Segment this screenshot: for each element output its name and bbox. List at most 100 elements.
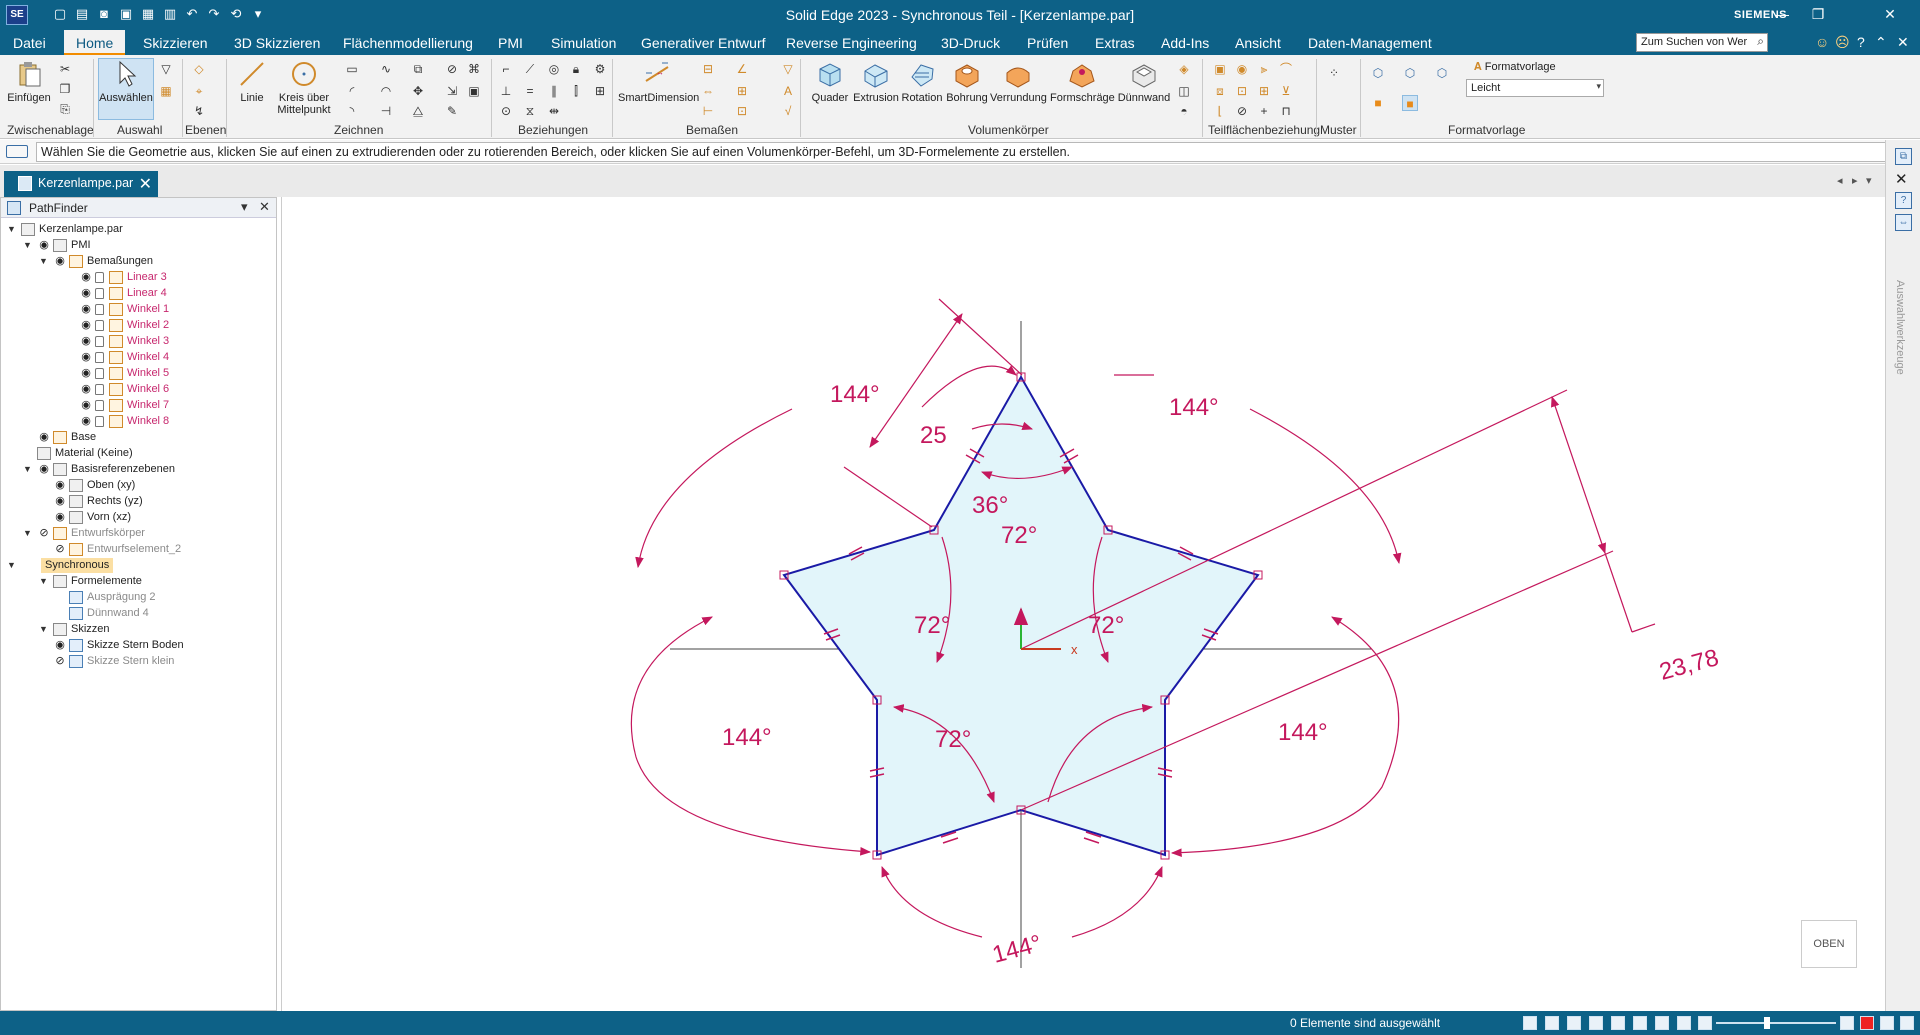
tree-node[interactable]: ◉ Skizze Stern Boden [1,638,276,653]
video-record-icon[interactable] [1860,1016,1874,1030]
tab-generativer-entwurf[interactable]: Generativer Entwurf [641,35,766,51]
pan-icon[interactable] [1589,1016,1603,1030]
visibility-eye-icon[interactable]: ◉ [53,478,67,493]
lock-icon[interactable] [95,336,104,347]
fill-icon[interactable]: ▣ [466,83,482,99]
fillet-sketch-icon[interactable]: ◠ [378,83,394,99]
visibility-eye-icon[interactable]: ◉ [79,414,93,429]
lock-icon[interactable] [95,384,104,395]
arc-icon[interactable]: ◜ [344,83,360,99]
visibility-eye-icon[interactable]: ◉ [79,398,93,413]
symmetric-dim-icon[interactable]: ⇔ [700,83,716,99]
tab-simulation[interactable]: Simulation [551,35,616,51]
lock-icon[interactable] [95,416,104,427]
tab-pruefen[interactable]: Prüfen [1027,35,1068,51]
tree-node[interactable]: ◉ Winkel 4 [1,350,276,365]
auswaehlen-button[interactable]: Auswählen [98,58,154,120]
tab-skizzieren[interactable]: Skizzieren [143,35,208,51]
smartdimension-button[interactable]: ↔ SmartDimension [618,59,699,104]
tree-node[interactable]: ⊘ Entwurfselement_2 [1,542,276,557]
arc-tangent-icon[interactable]: ◝ [344,103,360,119]
lock-icon[interactable] [95,352,104,363]
lock-icon[interactable] [95,320,104,331]
help-icon[interactable]: ? [1857,34,1865,50]
coplanar-icon[interactable]: ▣ [1212,61,1228,77]
tab-datei[interactable]: Datei [13,35,46,51]
display-style-icon[interactable] [1677,1016,1691,1030]
dim-144-bottom[interactable]: 144° [990,930,1045,969]
zoom-out-icon[interactable] [1698,1016,1712,1030]
lock-icon[interactable] [95,368,104,379]
shaded-icon[interactable]: ■ [1370,95,1386,111]
pencil-icon[interactable]: ✎ [444,103,460,119]
minimize-button[interactable]: — [1772,6,1792,22]
tab-pmi[interactable]: PMI [498,35,523,51]
search-icon[interactable]: ⌕ [1757,34,1764,49]
tree-expander-icon[interactable]: ▼ [39,254,49,269]
tree-node[interactable]: ▼ ◉ Basisreferenzebenen [1,462,276,477]
visibility-eye-icon[interactable]: ◉ [79,366,93,381]
einfuegen-button[interactable]: Einfügen [7,59,51,104]
tree-node[interactable]: ◉ Linear 4 [1,286,276,301]
close-document-icon[interactable]: ✕ [1897,34,1909,51]
dim-144-left[interactable]: 144° [722,724,772,751]
plane-options-icon[interactable]: ↯ [191,103,207,119]
concentric-face-icon[interactable]: ◉ [1234,61,1250,77]
dim-between-icon[interactable]: ⊟ [700,61,716,77]
offset-icon[interactable]: ⧉ [410,61,426,77]
dim-25[interactable]: 25 [920,422,947,449]
copy-icon[interactable]: ❐ [57,81,73,97]
fit-icon[interactable] [1567,1016,1581,1030]
help-panel-icon[interactable]: ? [1895,192,1912,209]
auswahlwerkzeuge-tab[interactable]: Auswahlwerkzeuge [1894,280,1906,375]
symmetric-relation-icon[interactable]: ⫿ [568,83,584,99]
dim-72-right[interactable]: 72° [1088,612,1124,639]
visibility-eye-icon[interactable]: ◉ [53,638,67,653]
tree-node[interactable]: ◉ Vorn (xz) [1,510,276,525]
rectangle-icon[interactable]: ▭ [344,61,360,77]
dim-2378[interactable]: 23,78 [1657,644,1722,686]
symmetric-face-icon[interactable]: ⫸ [1256,61,1272,77]
duennwand-button[interactable]: Dünnwand [1116,59,1172,104]
dock-tools-icon[interactable]: ⧉ [1895,148,1912,165]
smile-feedback-icon[interactable]: ☺ [1815,34,1829,50]
zoom-slider[interactable] [1716,1022,1836,1024]
visibility-eye-icon[interactable]: ◉ [79,334,93,349]
tab-reverse-engineering[interactable]: Reverse Engineering [786,35,917,51]
lock-relation-icon[interactable]: 🔒︎ [568,61,584,77]
dim-72-top[interactable]: 72° [1001,522,1037,549]
close-window-button[interactable]: ✕ [1880,6,1900,23]
hidden-eye-icon[interactable]: ⊘ [53,542,67,557]
curve-icon[interactable]: ∿ [378,61,394,77]
visibility-eye-icon[interactable]: ◉ [37,462,51,477]
frown-feedback-icon[interactable]: ☹ [1835,34,1850,51]
rotation-button[interactable]: Rotation [900,59,944,104]
zoom-area-icon[interactable] [1523,1016,1537,1030]
lock-icon[interactable] [95,288,104,299]
parallel-relation-icon[interactable]: ∥ [546,83,562,99]
chamfer-icon[interactable]: ◈ [1176,61,1192,77]
restore-button[interactable]: ❐ [1808,6,1828,23]
tree-node[interactable]: ▼ ⊘ Entwurfskörper [1,526,276,541]
collinear-icon[interactable]: ⧖ [522,103,538,119]
point-on-icon[interactable]: ⊙ [498,103,514,119]
paste-special-icon[interactable]: ⎘ [57,101,73,117]
coordinate-system-icon[interactable]: ⌖ [191,83,207,99]
view-orient-icon[interactable] [1633,1016,1647,1030]
tree-expander-icon[interactable]: ▼ [39,574,49,589]
tree-node[interactable]: ◉ Rechts (yz) [1,494,276,509]
text-icon[interactable]: A [780,83,796,99]
tangent-relation-icon[interactable]: ⟋ [522,61,538,77]
cut-icon[interactable]: ✂ [57,61,73,77]
dim-144-top-left[interactable]: 144° [830,381,880,408]
equal-relation-icon[interactable]: = [522,83,538,99]
horizontal-vertical-icon[interactable]: ⊥ [498,83,514,99]
tree-expander-icon[interactable]: ▼ [7,558,17,573]
connect-relation-icon[interactable]: ⌐ [498,61,514,77]
tree-node[interactable]: ◉ Winkel 2 [1,318,276,333]
tree-node[interactable]: ◉ Base [1,430,276,445]
mirror-feature-icon[interactable]: ◫ [1176,83,1192,99]
visibility-eye-icon[interactable]: ◉ [79,270,93,285]
sketch-canvas[interactable]: x 144° 144° 144° 144° 144° 25 36° 72° 72… [282,197,1886,1011]
extrusion-button[interactable]: Extrusion [853,59,899,104]
